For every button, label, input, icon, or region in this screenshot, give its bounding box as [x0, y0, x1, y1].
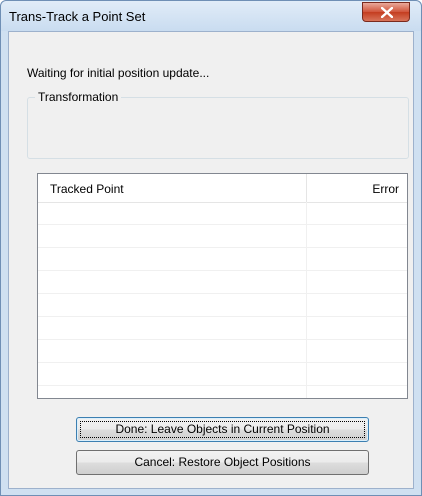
close-button[interactable]: [362, 2, 410, 22]
table-header: Tracked Point Error: [38, 174, 407, 203]
table-row[interactable]: [38, 340, 407, 363]
table-row[interactable]: [38, 363, 407, 386]
tracked-points-table[interactable]: Tracked Point Error: [37, 173, 408, 399]
title-bar[interactable]: Trans-Track a Point Set: [1, 1, 421, 31]
close-icon: [381, 7, 393, 18]
table-row[interactable]: [38, 317, 407, 340]
table-row[interactable]: [38, 225, 407, 248]
column-divider[interactable]: [306, 174, 307, 202]
table-row[interactable]: [38, 271, 407, 294]
column-header-tracked-point[interactable]: Tracked Point: [50, 182, 124, 196]
column-divider-body: [306, 202, 307, 398]
column-header-error[interactable]: Error: [372, 182, 399, 196]
cancel-button-label: Cancel: Restore Object Positions: [134, 455, 311, 469]
table-row[interactable]: [38, 202, 407, 225]
window-frame-bottom: [1, 489, 421, 495]
focus-rectangle: [80, 421, 365, 438]
transformation-label: Transformation: [35, 90, 122, 104]
status-text: Waiting for initial position update...: [27, 66, 210, 80]
done-button[interactable]: Done: Leave Objects in Current Position: [76, 417, 369, 442]
window-title: Trans-Track a Point Set: [9, 9, 146, 24]
table-row[interactable]: [38, 294, 407, 317]
table-row[interactable]: [38, 248, 407, 271]
transformation-group: [27, 97, 409, 159]
cancel-button[interactable]: Cancel: Restore Object Positions: [76, 450, 369, 475]
